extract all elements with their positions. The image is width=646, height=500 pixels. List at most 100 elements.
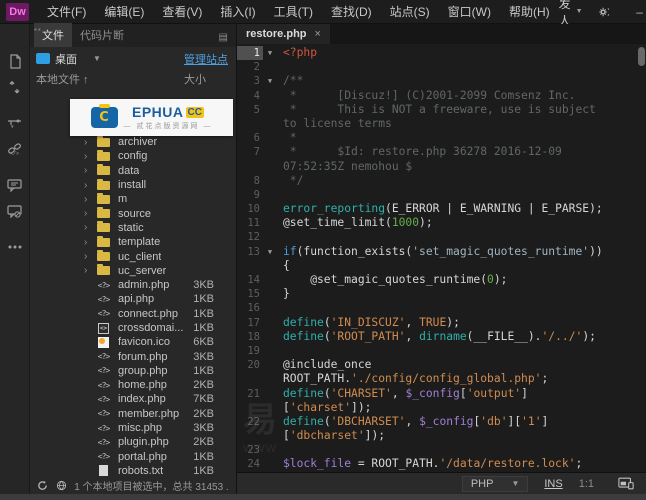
expand-chevron-icon[interactable]: ›	[84, 180, 96, 191]
expand-chevron-icon[interactable]: ›	[84, 165, 96, 176]
file-row[interactable]: <?>group.php1KB	[30, 364, 236, 378]
file-row[interactable]: favicon.ico6KB	[30, 335, 236, 349]
remote-server-icon[interactable]	[56, 480, 68, 492]
more-dots-icon[interactable]	[6, 238, 24, 256]
file-row[interactable]: <?>admin.php3KB	[30, 278, 236, 292]
file-row[interactable]: <?>home.php2KB	[30, 378, 236, 392]
code-row[interactable]: 11@set_time_limit(1000);	[237, 216, 646, 230]
code-row[interactable]: 13▼if(function_exists('set_magic_quotes_…	[237, 245, 646, 259]
document-tab[interactable]: restore.php ×	[237, 24, 330, 44]
fold-arrow-icon[interactable]: ▼	[263, 245, 277, 259]
code-row[interactable]: 4 * [Discuz!] (C)2001-2099 Comsenz Inc.	[237, 89, 646, 103]
folder-row[interactable]: ›static	[30, 221, 236, 235]
panel-menu-icon[interactable]: ▤	[219, 32, 228, 47]
menu-item[interactable]: 站点(S)	[381, 3, 439, 20]
file-row[interactable]: <?>portal.php1KB	[30, 450, 236, 464]
code-row[interactable]: 9	[237, 188, 646, 202]
expand-chevron-icon[interactable]: ›	[84, 151, 96, 162]
file-row[interactable]: robots.txt1KB	[30, 464, 236, 477]
expand-chevron-icon[interactable]: ›	[84, 208, 96, 219]
chevron-down-icon[interactable]: ▼	[93, 54, 101, 63]
code-row[interactable]: ['charset']);	[237, 401, 646, 415]
refresh-icon[interactable]	[37, 480, 49, 492]
file-transfer-icon[interactable]	[6, 78, 24, 96]
code-row[interactable]: ['dbcharset']);	[237, 429, 646, 443]
menu-item[interactable]: 窗口(W)	[439, 3, 500, 20]
column-size[interactable]: 大小	[184, 71, 230, 87]
minimize-button[interactable]: –	[627, 3, 646, 21]
fold-arrow-icon[interactable]: ▼	[263, 74, 277, 88]
code-row[interactable]: 15}	[237, 287, 646, 301]
expand-chevron-icon[interactable]: ›	[84, 265, 96, 276]
folder-row[interactable]: ›data	[30, 164, 236, 178]
file-row[interactable]: <?>connect.php1KB	[30, 307, 236, 321]
code-row[interactable]: 6 *	[237, 131, 646, 145]
link-code-icon[interactable]: </>	[6, 140, 24, 158]
site-name[interactable]: 桌面	[55, 51, 77, 67]
code-row[interactable]: 7 * $Id: restore.php 36278 2016-12-09	[237, 145, 646, 159]
menu-item[interactable]: 插入(I)	[211, 3, 264, 20]
file-row[interactable]: <?>forum.php3KB	[30, 349, 236, 363]
comment-icon[interactable]	[6, 176, 24, 194]
code-row[interactable]: ROOT_PATH.'./config/config_global.php';	[237, 372, 646, 386]
menu-item[interactable]: 查看(V)	[153, 3, 211, 20]
sync-settings-button[interactable]	[597, 5, 627, 19]
language-dropdown[interactable]: PHP ▼	[462, 476, 529, 492]
menu-item[interactable]: 工具(T)	[265, 3, 322, 20]
code-row[interactable]: 19	[237, 344, 646, 358]
vertical-scrollbar[interactable]	[638, 47, 645, 66]
folder-row[interactable]: ›m	[30, 192, 236, 206]
dom-node-icon[interactable]	[6, 114, 24, 132]
file-row[interactable]: <?>index.php7KB	[30, 392, 236, 406]
folder-row[interactable]: ›install	[30, 178, 236, 192]
expand-chevron-icon[interactable]: ›	[84, 194, 96, 205]
menu-item[interactable]: 文件(F)	[38, 3, 95, 20]
folder-row[interactable]: ›source	[30, 206, 236, 220]
file-row[interactable]: <?>misc.php3KB	[30, 421, 236, 435]
code-row[interactable]: 14 @set_magic_quotes_runtime(0);	[237, 273, 646, 287]
code-view[interactable]: 1▼<?php23▼/**4 * [Discuz!] (C)2001-2099 …	[237, 44, 646, 472]
code-row[interactable]: 22define('DBCHARSET', $_config['db']['1'…	[237, 415, 646, 429]
code-row[interactable]: 20@include_once	[237, 358, 646, 372]
folder-row[interactable]: ›uc_server	[30, 264, 236, 278]
file-row[interactable]: <?>api.php1KB	[30, 292, 236, 306]
close-tab-icon[interactable]: ×	[315, 28, 321, 40]
folder-row[interactable]: ›config	[30, 149, 236, 163]
manage-sites-link[interactable]: 管理站点	[184, 51, 228, 67]
code-row[interactable]: 5 * This is NOT a freeware, use is subje…	[237, 103, 646, 117]
column-local-files[interactable]: 本地文件 ↑	[36, 71, 184, 87]
expand-chevron-icon[interactable]: ›	[84, 251, 96, 262]
code-row[interactable]: 07:52:35Z nemohou $	[237, 160, 646, 174]
code-row[interactable]: 21define('CHARSET', $_config['output']	[237, 387, 646, 401]
code-row[interactable]: {	[237, 259, 646, 273]
menu-item[interactable]: 帮助(H)	[500, 3, 559, 20]
tab-snippets[interactable]: 代码片断	[72, 23, 132, 47]
code-row[interactable]: 12	[237, 230, 646, 244]
fold-arrow-icon[interactable]: ▼	[263, 46, 277, 60]
code-row[interactable]: to license terms	[237, 117, 646, 131]
expand-chevron-icon[interactable]: ›	[84, 222, 96, 233]
code-row[interactable]: 3▼/**	[237, 74, 646, 88]
code-row[interactable]: 8 */	[237, 174, 646, 188]
code-row[interactable]: 2	[237, 60, 646, 74]
code-row[interactable]: 1▼<?php	[237, 46, 646, 60]
realtime-preview-button[interactable]	[618, 477, 634, 490]
folder-row[interactable]: ›uc_client	[30, 249, 236, 263]
file-row[interactable]: <>crossdomai...1KB	[30, 321, 236, 335]
code-row[interactable]: 24$lock_file = ROOT_PATH.'/data/restore.…	[237, 457, 646, 471]
code-row[interactable]: 23	[237, 443, 646, 457]
code-row[interactable]: 16	[237, 301, 646, 315]
file-row[interactable]: <?>plugin.php2KB	[30, 435, 236, 449]
comment-disabled-icon[interactable]	[6, 202, 24, 220]
expand-chevron-icon[interactable]: ›	[84, 137, 96, 148]
code-row[interactable]: 18define('ROOT_PATH', dirname(__FILE__).…	[237, 330, 646, 344]
expand-chevron-icon[interactable]: ›	[84, 237, 96, 248]
insert-mode-toggle[interactable]: INS	[544, 478, 562, 490]
folder-row[interactable]: ›template	[30, 235, 236, 249]
code-row[interactable]: 10error_reporting(E_ERROR | E_WARNING | …	[237, 202, 646, 216]
menu-item[interactable]: 查找(D)	[322, 3, 381, 20]
menu-item[interactable]: 编辑(E)	[95, 3, 153, 20]
folder-row[interactable]: ›archiver	[30, 135, 236, 149]
new-file-icon[interactable]	[6, 52, 24, 70]
panel-grip-icon[interactable]: ▪▪	[34, 25, 42, 34]
